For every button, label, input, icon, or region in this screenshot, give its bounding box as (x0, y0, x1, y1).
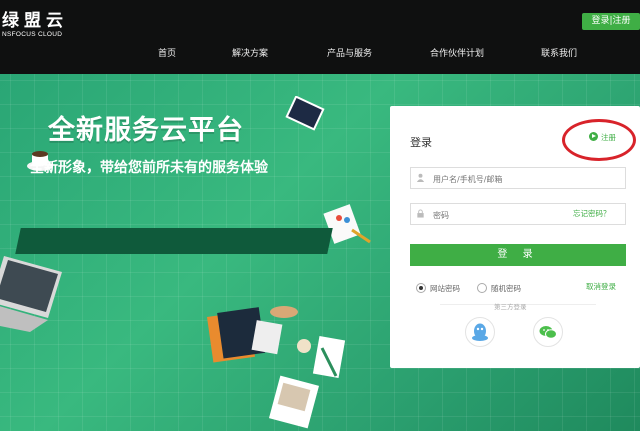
main-nav: 首页 解决方案 产品与服务 合作伙伴计划 联系我们 (0, 46, 640, 62)
nav-item-solutions[interactable]: 解决方案 (232, 46, 268, 59)
annotation-circle (562, 119, 636, 161)
hero-tagline: 全新形象，带给您前所未有的服务体验 (30, 160, 268, 176)
brand-name-en: NSFOCUS CLOUD (2, 31, 63, 38)
login-register-button[interactable]: 登录|注册 (582, 13, 640, 30)
username-field[interactable] (410, 167, 626, 190)
brand-name-cn: 绿盟云 (2, 11, 68, 31)
nav-item-products[interactable]: 产品与服务 (327, 46, 372, 59)
hero-headline: 全新服务云平台 (48, 115, 244, 146)
login-title: 登录 (410, 136, 432, 149)
nav-item-contact[interactable]: 联系我们 (541, 46, 577, 59)
tagline-ribbon (15, 228, 333, 254)
nav-item-partners[interactable]: 合作伙伴计划 (430, 46, 484, 59)
user-icon (416, 173, 425, 182)
forgot-password-link[interactable]: 忘记密码？ (573, 208, 611, 219)
password-input[interactable] (431, 204, 585, 226)
nav-item-home[interactable]: 首页 (158, 46, 176, 59)
laptop-icon (0, 256, 62, 332)
photos-icon (268, 375, 320, 429)
wechat-icon (539, 326, 557, 339)
login-button[interactable]: 登 录 (410, 244, 626, 266)
brand-logo[interactable]: 绿盟云 NSFOCUS CLOUD (2, 6, 68, 38)
lock-icon (417, 209, 424, 218)
third-party-login-label: 第三方登录 (494, 303, 527, 311)
notebook-icon (285, 96, 325, 131)
wechat-login-button[interactable] (533, 317, 563, 347)
top-navigation-bar: 绿盟云 NSFOCUS CLOUD 登录|注册 首页 解决方案 产品与服务 合作… (0, 0, 640, 74)
username-input[interactable] (431, 168, 585, 190)
radio-site-password-label: 网站密码 (430, 284, 460, 293)
qq-login-button[interactable] (465, 317, 495, 347)
radio-random-password-label: 随机密码 (491, 284, 521, 293)
radio-random-password[interactable] (477, 283, 487, 293)
radio-site-password[interactable] (416, 283, 426, 293)
cancel-login-link[interactable]: 取消登录 (586, 281, 616, 292)
qq-icon (472, 323, 488, 341)
